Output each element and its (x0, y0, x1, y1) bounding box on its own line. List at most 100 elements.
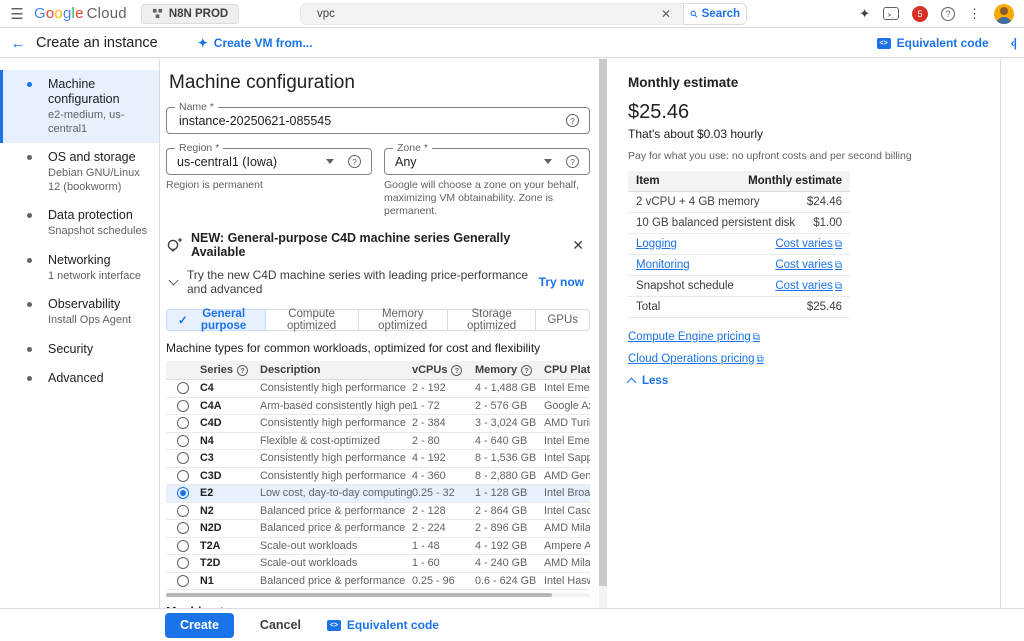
sidebar-item-sub: e2-medium, us-central1 (48, 109, 151, 136)
tab-compute-optimized[interactable]: Compute optimized (265, 309, 359, 331)
tab-storage-optimized[interactable]: Storage optimized (447, 309, 536, 331)
banner-close-icon[interactable]: ✕ (566, 237, 590, 254)
help-icon[interactable]: ? (237, 365, 248, 376)
help-icon[interactable]: ? (451, 365, 462, 376)
series-radio-c4[interactable] (177, 382, 189, 394)
tab-general-purpose[interactable]: ✓General purpose (166, 309, 266, 331)
series-row-n1[interactable]: N1Balanced price & performance0.25 - 960… (166, 573, 590, 591)
chevron-up-icon (627, 378, 637, 388)
series-row-e2[interactable]: E2Low cost, day-to-day computing0.25 - 3… (166, 485, 590, 503)
sidebar-item-security[interactable]: Security (0, 335, 159, 364)
region-help-icon[interactable]: ? (348, 155, 361, 168)
series-row-n2d[interactable]: N2DBalanced price & performance2 - 2242 … (166, 520, 590, 538)
cloud-operations-pricing-link[interactable]: Cloud Operations pricing⧉ (628, 353, 1000, 365)
sidebar-item-os-and-storage[interactable]: OS and storageDebian GNU/Linux 12 (bookw… (0, 143, 159, 201)
series-radio-t2d[interactable] (177, 557, 189, 569)
series-row-c4a[interactable]: C4AArm-based consistently high performan… (166, 398, 590, 416)
step-bullet-icon (27, 347, 32, 352)
tab-gpus[interactable]: GPUs (535, 309, 590, 331)
gemini-icon[interactable]: ✦ (859, 7, 870, 20)
main-scrollbar[interactable] (599, 59, 607, 608)
estimate-value-link[interactable]: Cost varies⧉ (775, 259, 842, 271)
sidebar-item-observability[interactable]: ObservabilityInstall Ops Agent (0, 290, 159, 335)
series-row-n2[interactable]: N2Balanced price & performance2 - 1282 -… (166, 503, 590, 521)
name-field[interactable]: Name * ? (166, 107, 590, 134)
try-now-link[interactable]: Try now (539, 275, 584, 289)
cloud-shell-icon[interactable]: >_ (883, 7, 899, 20)
series-row-c4[interactable]: C4Consistently high performance2 - 1924 … (166, 380, 590, 398)
notifications-badge[interactable]: 5 (912, 6, 928, 22)
description-cell: Scale-out workloads (260, 540, 412, 552)
sidebar-item-data-protection[interactable]: Data protectionSnapshot schedules (0, 201, 159, 246)
equivalent-code-link[interactable]: <> Equivalent code (877, 36, 989, 50)
avatar[interactable] (994, 4, 1014, 24)
cancel-button[interactable]: Cancel (254, 617, 307, 633)
scrollbar-thumb[interactable] (166, 593, 552, 597)
name-input[interactable] (177, 113, 566, 129)
banner-chevron-down-icon[interactable] (169, 275, 179, 285)
search-button[interactable]: Search (683, 3, 747, 25)
series-radio-c3d[interactable] (177, 470, 189, 482)
zone-select[interactable]: Zone * Any ? (384, 148, 590, 175)
radio-cell (166, 575, 200, 587)
collapse-panel-icon[interactable]: ‹| (1011, 36, 1016, 50)
series-category-tabs: ✓General purposeCompute optimizedMemory … (166, 309, 590, 331)
search-field[interactable]: ✕ (300, 3, 683, 25)
google-cloud-logo[interactable]: GoogleCloud (34, 5, 127, 22)
sidebar-item-networking[interactable]: Networking1 network interface (0, 246, 159, 291)
create-vm-from-button[interactable]: ✦ Create VM from... (198, 36, 313, 50)
series-row-t2a[interactable]: T2AScale-out workloads1 - 484 - 192 GBAm… (166, 538, 590, 556)
more-vert-icon[interactable]: ⋮ (968, 7, 981, 20)
series-radio-c4a[interactable] (177, 400, 189, 412)
sidebar-item-machine-configuration[interactable]: Machine configuratione2-medium, us-centr… (0, 70, 159, 143)
section-title: Machine configuration (169, 71, 590, 95)
menu-icon[interactable]: ☰ (0, 5, 34, 23)
series-radio-n2[interactable] (177, 505, 189, 517)
series-radio-e2[interactable] (177, 487, 189, 499)
estimate-item-link[interactable]: Monitoring (636, 259, 690, 271)
vcpus-cell: 2 - 80 (412, 435, 475, 447)
estimate-value-link[interactable]: Cost varies⧉ (775, 238, 842, 250)
series-radio-n1[interactable] (177, 575, 189, 587)
code-icon: <> (327, 620, 341, 631)
tab-label: General purpose (194, 308, 254, 332)
series-radio-c4d[interactable] (177, 417, 189, 429)
series-row-c4d[interactable]: C4DConsistently high performance2 - 3843… (166, 415, 590, 433)
series-row-c3d[interactable]: C3DConsistently high performance4 - 3608… (166, 468, 590, 486)
estimate-value: $24.46 (807, 196, 842, 208)
step-bullet-icon (27, 82, 32, 87)
back-arrow-icon[interactable]: ← (0, 35, 36, 52)
search-clear-icon[interactable]: ✕ (657, 7, 675, 21)
footer-equivalent-code-link[interactable]: <> Equivalent code (327, 618, 439, 632)
tab-memory-optimized[interactable]: Memory optimized (358, 309, 448, 331)
column-header-memory: Memory? (475, 364, 544, 376)
search-input[interactable] (315, 7, 657, 21)
project-selector-button[interactable]: N8N PROD (141, 4, 239, 24)
series-cell: N4 (200, 435, 260, 447)
zone-help-icon[interactable]: ? (566, 155, 579, 168)
series-row-n4[interactable]: N4Flexible & cost-optimized2 - 804 - 640… (166, 433, 590, 451)
series-row-t2d[interactable]: T2DScale-out workloads1 - 604 - 240 GBAM… (166, 555, 590, 573)
series-radio-n2d[interactable] (177, 522, 189, 534)
estimate-value-link[interactable]: Cost varies⧉ (775, 280, 842, 292)
less-toggle[interactable]: Less (628, 375, 1000, 387)
sidebar-item-advanced[interactable]: Advanced (0, 364, 159, 393)
series-row-c3[interactable]: C3Consistently high performance4 - 1928 … (166, 450, 590, 468)
help-icon[interactable]: ? (941, 7, 955, 21)
column-header-label: vCPUs (412, 364, 447, 376)
table-horizontal-scrollbar[interactable] (166, 593, 590, 597)
name-help-icon[interactable]: ? (566, 114, 579, 127)
region-select[interactable]: Region * us-central1 (Iowa) ? (166, 148, 372, 175)
series-radio-t2a[interactable] (177, 540, 189, 552)
series-radio-n4[interactable] (177, 435, 189, 447)
main-scrollbar-thumb[interactable] (599, 59, 607, 586)
memory-cell: 0.6 - 624 GB (475, 575, 544, 587)
help-icon[interactable]: ? (521, 365, 532, 376)
estimate-item-link[interactable]: Logging (636, 238, 677, 250)
pricing-links: Compute Engine pricing⧉ Cloud Operations … (628, 331, 1000, 365)
create-button[interactable]: Create (165, 613, 234, 638)
description-cell: Consistently high performance (260, 417, 412, 429)
series-radio-c3[interactable] (177, 452, 189, 464)
estimate-row-logging: Logging Cost varies⧉ (628, 234, 850, 255)
compute-engine-pricing-link[interactable]: Compute Engine pricing⧉ (628, 331, 1000, 343)
